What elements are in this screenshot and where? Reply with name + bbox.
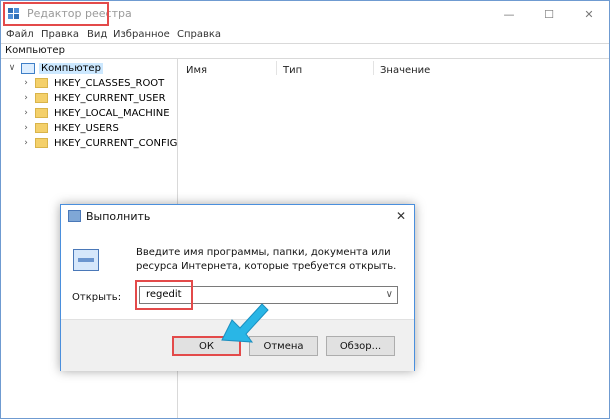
maximize-button[interactable]: ☐ xyxy=(529,1,569,27)
tree-item-label: HKEY_USERS xyxy=(54,122,119,134)
tree-item-hkcu[interactable]: › HKEY_CURRENT_USER xyxy=(21,91,166,105)
input-highlight-frame xyxy=(135,280,193,310)
title-highlight-frame xyxy=(3,2,109,26)
folder-icon xyxy=(35,123,48,133)
menu-favorites[interactable]: Избранное xyxy=(113,29,170,40)
tree-item-hkcc[interactable]: › HKEY_CURRENT_CONFIG xyxy=(21,136,177,150)
run-dialog-title: Выполнить xyxy=(86,210,151,223)
run-icon xyxy=(68,210,81,222)
menu-file[interactable]: Файл xyxy=(6,29,34,40)
minimize-button[interactable]: — xyxy=(489,1,529,27)
tree-item-label: HKEY_CLASSES_ROOT xyxy=(54,77,165,89)
run-dialog: Выполнить ✕ Введите имя программы, папки… xyxy=(60,204,415,371)
tree-root-label: Компьютер xyxy=(39,62,103,74)
address-bar[interactable]: Компьютер xyxy=(1,43,609,59)
chevron-right-icon[interactable]: › xyxy=(21,93,31,103)
folder-icon xyxy=(35,93,48,103)
tree-item-label: HKEY_LOCAL_MACHINE xyxy=(54,107,170,119)
run-dialog-title-bar[interactable]: Выполнить ✕ xyxy=(61,205,414,227)
column-divider[interactable] xyxy=(276,61,277,75)
chevron-right-icon[interactable]: › xyxy=(21,138,31,148)
run-dialog-description: Введите имя программы, папки, документа … xyxy=(136,247,397,272)
open-label: Открыть: xyxy=(72,292,122,303)
run-dialog-close-button[interactable]: ✕ xyxy=(392,207,410,225)
folder-icon xyxy=(35,108,48,118)
chevron-right-icon[interactable]: › xyxy=(21,123,31,133)
close-button[interactable]: ✕ xyxy=(569,1,609,27)
tree-item-hkcr[interactable]: › HKEY_CLASSES_ROOT xyxy=(21,76,164,90)
run-program-icon xyxy=(73,249,99,271)
tree-item-label: HKEY_CURRENT_USER xyxy=(54,92,166,104)
column-divider[interactable] xyxy=(373,61,374,75)
close-icon: ✕ xyxy=(395,209,407,223)
minimize-icon: — xyxy=(503,7,515,21)
menu-view[interactable]: Вид xyxy=(87,29,107,40)
maximize-icon: ☐ xyxy=(544,7,554,21)
menu-bar: Файл Правка Вид Избранное Справка xyxy=(1,27,609,43)
column-value-header[interactable]: Значение xyxy=(380,65,430,76)
tree-item-label: HKEY_CURRENT_CONFIG xyxy=(54,137,178,149)
folder-icon xyxy=(35,78,48,88)
tree-item-hku[interactable]: › HKEY_USERS xyxy=(21,121,119,135)
folder-icon xyxy=(35,138,48,148)
chevron-down-icon[interactable]: ∨ xyxy=(7,63,17,73)
pointer-arrow-icon xyxy=(221,303,269,343)
chevron-right-icon[interactable]: › xyxy=(21,108,31,118)
column-name-header[interactable]: Имя xyxy=(186,65,207,76)
chevron-down-icon[interactable]: ∨ xyxy=(386,289,393,300)
computer-icon xyxy=(21,62,35,74)
tree-root-computer[interactable]: ∨ Компьютер xyxy=(7,61,103,75)
menu-edit[interactable]: Правка xyxy=(41,29,79,40)
browse-button[interactable]: Обзор... xyxy=(326,336,395,356)
chevron-right-icon[interactable]: › xyxy=(21,78,31,88)
title-bar[interactable]: Редактор реестра — ☐ ✕ xyxy=(1,1,609,27)
tree-item-hklm[interactable]: › HKEY_LOCAL_MACHINE xyxy=(21,106,170,120)
menu-help[interactable]: Справка xyxy=(177,29,221,40)
address-path: Компьютер xyxy=(5,45,65,56)
close-icon: ✕ xyxy=(584,7,594,21)
column-type-header[interactable]: Тип xyxy=(283,65,302,76)
